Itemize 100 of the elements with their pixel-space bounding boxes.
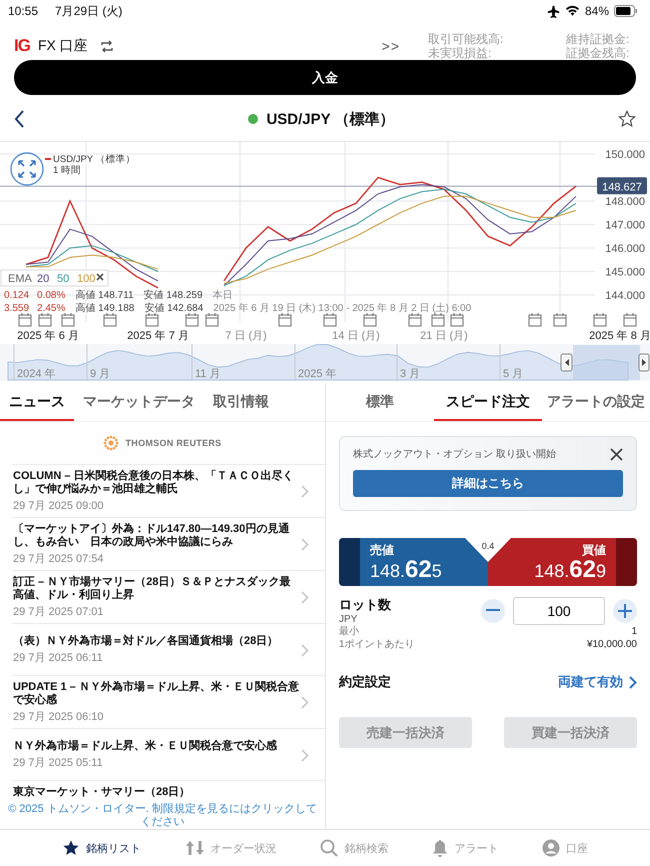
spread-value: 0.4 xyxy=(480,541,496,551)
calendar-icon[interactable] xyxy=(528,312,542,326)
back-icon[interactable] xyxy=(14,110,25,128)
calendar-icon[interactable] xyxy=(62,312,74,326)
news-date: 29 7月 2025 07:54 xyxy=(13,552,105,566)
news-item[interactable]: COLUMN – 日米関税合意後の日本株、「ＴＡＣＯ出尽くし」で伸び悩みか＝池田雄之輔氏 29 7月 2025 09:00 xyxy=(12,464,325,517)
calendar-icon[interactable] xyxy=(146,312,158,326)
chevron-icon xyxy=(301,696,309,709)
news-tab[interactable]: 取引情報 xyxy=(204,384,278,421)
chevron-icon xyxy=(301,538,309,551)
sell-price-button[interactable]: 売値 148.625 xyxy=(339,538,465,586)
expand-toggle[interactable]: >> xyxy=(382,38,400,54)
order-tab[interactable]: スピード注文 xyxy=(434,384,542,421)
calendar-icon[interactable] xyxy=(104,312,116,326)
lot-input[interactable]: 100 xyxy=(513,596,605,624)
x-axis-label: 2025 年 7 月 xyxy=(127,330,189,342)
decrease-button[interactable] xyxy=(481,598,505,622)
news-title: ＮＹ外為市場＝ドル上昇、米・ＥＵ関税合意で安心感 xyxy=(13,740,278,753)
news-item[interactable]: （表）ＮＹ外為市場＝対ドル／各国通貨相場（28日） 29 7月 2025 06:11 xyxy=(12,623,325,675)
calendar-icon[interactable] xyxy=(624,312,636,326)
news-tab[interactable]: ニュース xyxy=(0,384,74,421)
battery-icon xyxy=(614,5,638,17)
tab-bar-item[interactable]: 銘柄リスト xyxy=(62,839,141,857)
execution-label: 約定設定 xyxy=(339,673,391,691)
copyright-link[interactable]: © 2025 トムソン・ロイター. 制限規定を見るにはクリックしてください xyxy=(0,799,325,829)
y-axis-label: 150.000 xyxy=(605,149,645,161)
chevron-icon xyxy=(301,748,309,762)
news-item[interactable]: 〔マーケットアイ〕外為：ドル147.80―149.30円の見通し、もみ合い 日本の政局や米中協議にらみ 29 7月 2025 07:54 xyxy=(12,517,325,570)
y-axis-label: 148.000 xyxy=(605,196,645,208)
x-axis-label: 21 日 (月) xyxy=(420,330,468,342)
calendar-icon[interactable] xyxy=(18,312,32,326)
news-date: 29 7月 2025 06:11 xyxy=(13,651,104,665)
details-button[interactable]: 詳細はこちら xyxy=(353,470,623,497)
y-axis-label: 144.000 xyxy=(605,290,645,302)
chart-title: USD/JPY （標準） xyxy=(53,154,136,165)
calendar-icon[interactable] xyxy=(278,312,292,326)
news-title: 〔マーケットアイ〕外為：ドル147.80―149.30円の見通し、もみ合い 日本の政局や米中協議にらみ xyxy=(13,523,290,549)
buy-price-button[interactable]: 買値 148.629 xyxy=(511,538,637,586)
deposit-button[interactable]: 入金 xyxy=(14,60,636,95)
star-icon[interactable] xyxy=(618,110,636,128)
balance-label: 取引可能残高: xyxy=(428,32,504,46)
bell-icon xyxy=(432,839,448,857)
calendar-icon[interactable] xyxy=(432,312,444,326)
min-value: 1 xyxy=(631,625,637,638)
news-title: UPDATE 1 – ＮＹ外為市場＝ドル上昇、米・ＥＵ関税合意で安心感 xyxy=(13,681,300,707)
fullscreen-button[interactable] xyxy=(10,152,44,186)
range-handle[interactable] xyxy=(560,354,572,372)
navigator-label: 2024 年 xyxy=(17,368,56,380)
per-point-label: 1ポイントあたり xyxy=(339,638,415,651)
news-item[interactable]: UPDATE 1 – ＮＹ外為市場＝ドル上昇、米・ＥＵ関税合意で安心感 29 7月 2025 06:10 xyxy=(12,675,325,728)
news-item[interactable]: 東京マーケット・サマリー（28日） xyxy=(12,780,325,799)
swap-icon[interactable] xyxy=(100,40,114,52)
news-date: 29 7月 2025 06:10 xyxy=(13,710,105,724)
indicator-period: 50 xyxy=(57,273,70,285)
calendar-icon[interactable] xyxy=(186,312,198,326)
order-tab[interactable]: アラートの設定 xyxy=(542,384,650,421)
calendar-icon[interactable] xyxy=(450,312,464,326)
lot-label: ロット数 xyxy=(339,596,391,614)
x-axis-label: 7 日 (月) xyxy=(225,330,267,342)
ref-line-label: 148.627 xyxy=(602,181,642,194)
news-date: 29 7月 2025 05:11 xyxy=(13,756,104,770)
hedging-link[interactable]: 両建て有効 xyxy=(558,673,623,691)
calendar-icon[interactable] xyxy=(554,312,566,326)
calendar-icon[interactable] xyxy=(38,312,52,326)
per-point-value: ¥10,000.00 xyxy=(586,638,637,651)
reuters-logo-icon xyxy=(103,435,120,451)
news-item[interactable]: ＮＹ外為市場＝ドル上昇、米・ＥＵ関税合意で安心感 29 7月 2025 05:11 xyxy=(12,728,325,780)
calendar-icon[interactable] xyxy=(594,312,606,326)
news-source: THOMSON REUTERS xyxy=(125,438,222,448)
navigator-label: 3 月 xyxy=(400,368,420,380)
range-handle[interactable] xyxy=(638,354,650,372)
calendar-icon[interactable] xyxy=(206,312,218,326)
close-icon[interactable] xyxy=(610,448,623,460)
news-tab[interactable]: マーケットデータ xyxy=(74,384,204,421)
close-icon[interactable] xyxy=(96,273,104,281)
status-date: 7月29日 (火) xyxy=(55,2,122,20)
balance-label: 証拠金残高: xyxy=(566,46,630,60)
chevron-icon xyxy=(301,591,309,604)
balance-label: 未実現損益: xyxy=(428,46,492,60)
indicator-period: 100 xyxy=(77,273,96,285)
calendar-icon[interactable] xyxy=(324,312,336,326)
wifi-icon xyxy=(564,5,580,17)
news-item[interactable]: 訂正 – ＮＹ市場サマリー（28日）Ｓ＆Ｐとナスダック最高値、ドル・利回り上昇 29 7月 2025 07:01 xyxy=(12,570,325,623)
instrument-title: USD/JPY （標準） xyxy=(266,110,395,128)
chevron-icon xyxy=(301,644,309,656)
ig-logo: IG xyxy=(14,36,30,56)
calendar-icon[interactable] xyxy=(408,312,422,326)
user-icon xyxy=(542,839,560,857)
chevron-icon xyxy=(629,676,637,688)
lot-currency: JPY xyxy=(339,614,358,625)
calendar-icon[interactable] xyxy=(364,312,376,326)
plus-icon xyxy=(618,604,632,618)
increase-button[interactable] xyxy=(613,598,637,622)
star-icon xyxy=(62,839,80,857)
price-badge: 148.627 xyxy=(597,177,647,194)
order-tab[interactable]: 標準 xyxy=(326,384,434,421)
navigator-label: 11 月 xyxy=(195,368,220,380)
chevron-icon xyxy=(301,485,309,498)
account-name[interactable]: FX 口座 xyxy=(38,37,88,55)
navigator-label: 5 月 xyxy=(503,368,524,380)
